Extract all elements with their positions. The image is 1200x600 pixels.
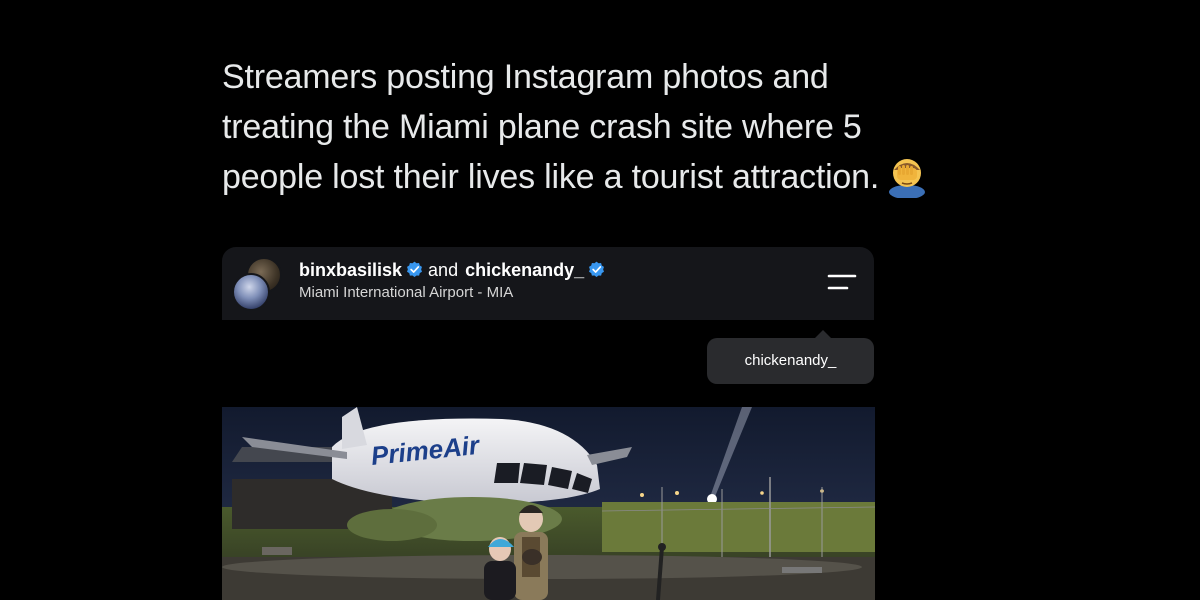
tweet-line-2: treating the Miami plane crash site wher…: [222, 108, 862, 146]
tweet-text: Streamers posting Instagram photos and t…: [222, 52, 1022, 202]
username-link[interactable]: chickenandy_: [465, 260, 584, 280]
tweet-line-3-text: people lost their lives like a tourist a…: [222, 158, 880, 196]
plane-crash-photo-icon: PrimeAir: [222, 407, 875, 600]
avatar[interactable]: [232, 273, 270, 311]
post-authors: binxbasilisk and chickenandy_: [299, 259, 608, 281]
avatar-stack[interactable]: [232, 257, 282, 311]
verified-badge-icon: [407, 261, 423, 277]
tweet-line-1: Streamers posting Instagram photos and: [222, 58, 829, 96]
user-tag-bubble[interactable]: chickenandy_: [707, 338, 874, 384]
face-palm-emoji-icon: [889, 159, 926, 198]
instagram-post-header: binxbasilisk and chickenandy_ Miami Inte…: [222, 247, 874, 320]
tweet-line-3: people lost their lives like a tourist a…: [222, 152, 1022, 202]
username-link[interactable]: binxbasilisk: [299, 260, 402, 280]
screenshot-canvas: Streamers posting Instagram photos and t…: [0, 0, 1200, 600]
menu-icon[interactable]: [826, 271, 858, 293]
verified-badge-icon: [589, 261, 605, 277]
post-photo[interactable]: PrimeAir: [222, 407, 875, 600]
authors-connector: and: [428, 260, 459, 280]
post-location-link[interactable]: Miami International Airport - MIA: [299, 284, 513, 302]
tag-bubble-pointer: [815, 330, 831, 338]
